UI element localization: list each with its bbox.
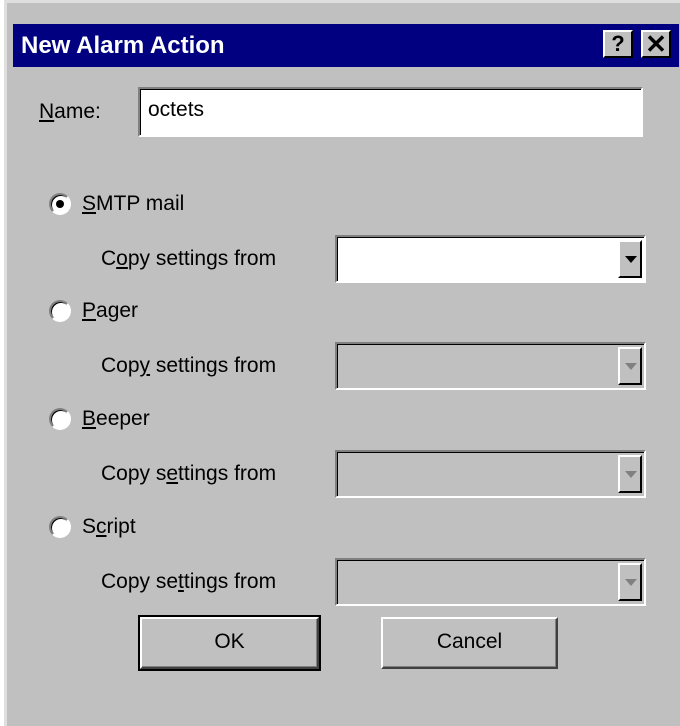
chevron-down-icon [625, 363, 637, 370]
chevron-down-icon [625, 579, 637, 586]
title-bar[interactable]: New Alarm Action ? ✕ [13, 24, 679, 67]
pager-copy-settings-label: Copy settings from [101, 354, 277, 377]
close-button[interactable]: ✕ [641, 30, 671, 58]
script-combo-dropdown-button[interactable] [618, 563, 642, 601]
smtp-copy-settings-label: Copy settings from [101, 247, 277, 270]
beeper-copy-settings-combo[interactable] [335, 450, 646, 498]
chevron-down-icon [625, 471, 637, 478]
pager-copy-settings-combo[interactable] [335, 342, 646, 390]
smtp-combo-dropdown-button[interactable] [618, 240, 642, 278]
radio-selected-dot [56, 200, 64, 208]
script-copy-settings-combo[interactable] [335, 558, 646, 606]
script-radio[interactable] [49, 516, 71, 538]
pager-combo-dropdown-button[interactable] [618, 347, 642, 385]
script-label[interactable]: Script [82, 514, 136, 540]
pager-radio[interactable] [49, 300, 71, 322]
new-alarm-action-dialog: New Alarm Action ? ✕ Name: octets SMTP m… [4, 0, 680, 726]
beeper-label[interactable]: Beeper [82, 406, 150, 432]
dialog-title: New Alarm Action [21, 32, 225, 59]
name-input[interactable]: octets [138, 87, 643, 137]
script-copy-settings-label: Copy settings from [101, 570, 277, 593]
name-label: Name: [39, 100, 101, 123]
smtp-copy-settings-combo[interactable] [335, 235, 646, 283]
smtp-mail-label[interactable]: SMTP mail [82, 191, 184, 217]
chevron-down-icon [625, 256, 637, 263]
help-button[interactable]: ? [603, 30, 633, 58]
beeper-combo-dropdown-button[interactable] [618, 455, 642, 493]
cancel-button[interactable]: Cancel [381, 617, 558, 669]
smtp-mail-radio[interactable] [49, 193, 71, 215]
ok-button[interactable]: OK [138, 615, 321, 671]
beeper-radio[interactable] [49, 408, 71, 430]
beeper-copy-settings-label: Copy settings from [101, 462, 277, 485]
pager-label[interactable]: Pager [82, 298, 138, 324]
